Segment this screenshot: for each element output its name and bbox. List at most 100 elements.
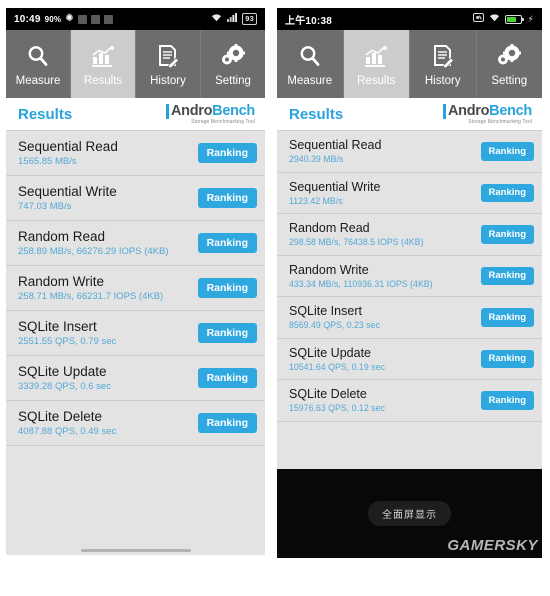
- table-row[interactable]: SQLite Insert 8569.49 QPS, 0.23 sec Rank…: [277, 297, 542, 339]
- tab-results[interactable]: Results: [71, 30, 136, 98]
- table-row[interactable]: SQLite Delete 4087.88 QPS, 0.49 sec Rank…: [6, 401, 265, 446]
- result-name: SQLite Delete: [18, 409, 103, 424]
- table-row[interactable]: SQLite Delete 15976.63 QPS, 0.12 sec Ran…: [277, 380, 542, 422]
- signal-icon: [227, 13, 238, 25]
- ranking-button[interactable]: Ranking: [480, 308, 534, 327]
- list-empty-space: [6, 446, 265, 546]
- tab-setting[interactable]: Setting: [477, 30, 543, 98]
- table-row[interactable]: SQLite Insert 2551.55 QPS, 0.79 sec Rank…: [6, 311, 265, 356]
- result-name: Random Write: [289, 262, 369, 277]
- logo-text: AndroBench Storage Benchmarking Tool: [448, 103, 532, 125]
- ranking-button[interactable]: Ranking: [480, 266, 534, 285]
- row-text-group: SQLite Insert 8569.49 QPS, 0.23 sec: [289, 304, 380, 330]
- right-status-bar: 上午10:38 ⚡: [277, 8, 542, 30]
- tab-history-label: History: [150, 75, 186, 87]
- ranking-button[interactable]: Ranking: [480, 183, 534, 202]
- tab-results-label: Results: [357, 75, 396, 87]
- gears-icon: [220, 41, 246, 71]
- left-status-bar-left: 10:49 90% ✺: [14, 14, 113, 25]
- gamersky-watermark: GAMERSKY: [447, 536, 538, 554]
- right-status-bar-right: ⚡: [473, 13, 534, 25]
- result-name: Random Read: [18, 229, 106, 244]
- ranking-button[interactable]: Ranking: [197, 277, 257, 299]
- table-row[interactable]: Sequential Write 747.03 MB/s Ranking: [6, 176, 265, 221]
- result-value: 3339.28 QPS, 0.6 sec: [18, 381, 111, 392]
- left-status-bar-right: 93: [211, 13, 257, 25]
- table-row[interactable]: Sequential Read 1565.85 MB/s Ranking: [6, 131, 265, 176]
- tab-results-label: Results: [83, 75, 123, 87]
- ranking-button[interactable]: Ranking: [480, 349, 534, 368]
- bar-chart-icon: [90, 41, 116, 71]
- right-status-bar-left: 上午10:38: [285, 12, 332, 27]
- result-value: 1565.85 MB/s: [18, 156, 77, 167]
- result-value: 10541.64 QPS, 0.19 sec: [289, 361, 385, 372]
- tab-results[interactable]: Results: [343, 30, 410, 98]
- right-phone-screenshot: 上午10:38 ⚡ Measure Results History Settin…: [271, 0, 550, 596]
- logo-wordmark: AndroBench: [447, 103, 532, 119]
- dual-screenshot-comparison: 10:49 90% ✺ 93 Measure Results History S…: [0, 0, 550, 596]
- result-value: 747.03 MB/s: [18, 201, 72, 212]
- row-text-group: SQLite Insert 2551.55 QPS, 0.79 sec: [18, 319, 116, 347]
- table-row[interactable]: Sequential Read 2940.39 MB/s Ranking: [277, 131, 542, 173]
- home-handle-icon[interactable]: [80, 549, 191, 552]
- tab-measure-label: Measure: [15, 75, 61, 87]
- row-text-group: SQLite Update 10541.64 QPS, 0.19 sec: [289, 346, 385, 372]
- row-text-group: Sequential Write 747.03 MB/s: [18, 184, 117, 212]
- table-row[interactable]: SQLite Update 10541.64 QPS, 0.19 sec Ran…: [277, 339, 542, 380]
- result-name: Sequential Write: [18, 184, 117, 199]
- tab-setting[interactable]: Setting: [201, 30, 265, 98]
- tab-history[interactable]: History: [410, 30, 477, 98]
- result-value: 258.71 MB/s, 66231.7 IOPS (4KB): [18, 291, 164, 302]
- table-row[interactable]: Random Read 298.58 MB/s, 76438.5 IOPS (4…: [277, 214, 542, 256]
- result-value: 15976.63 QPS, 0.12 sec: [289, 403, 385, 414]
- result-value: 298.58 MB/s, 76438.5 IOPS (4KB): [289, 237, 424, 248]
- ranking-button[interactable]: Ranking: [197, 232, 257, 254]
- ranking-button[interactable]: Ranking: [480, 225, 534, 244]
- result-name: Sequential Write: [289, 179, 381, 194]
- gears-icon: [496, 41, 522, 71]
- status-battery-percent: 90%: [44, 14, 62, 24]
- mute-icon: [473, 13, 485, 25]
- tab-measure[interactable]: Measure: [277, 30, 344, 98]
- row-text-group: Random Write 258.71 MB/s, 66231.7 IOPS (…: [18, 274, 163, 302]
- page-title: Results: [18, 105, 73, 123]
- tab-setting-label: Setting: [215, 75, 251, 87]
- status-time: 10:49: [14, 13, 41, 25]
- ranking-button[interactable]: Ranking: [197, 322, 257, 344]
- ranking-button[interactable]: Ranking: [480, 391, 534, 410]
- ranking-button[interactable]: Ranking: [197, 412, 257, 434]
- charging-bolt-icon: ⚡: [527, 13, 534, 24]
- ranking-button[interactable]: Ranking: [197, 142, 257, 164]
- logo-text: AndroBench Storage Benchmarking Tool: [171, 103, 255, 125]
- app-box-icon: [90, 14, 100, 24]
- logo-accent-bar: [165, 104, 169, 119]
- row-text-group: SQLite Delete 15976.63 QPS, 0.12 sec: [289, 387, 385, 413]
- table-row[interactable]: Sequential Write 1123.42 MB/s Ranking: [277, 173, 542, 214]
- table-row[interactable]: SQLite Update 3339.28 QPS, 0.6 sec Ranki…: [6, 356, 265, 401]
- tab-measure[interactable]: Measure: [6, 30, 71, 98]
- left-tab-bar: Measure Results History Setting: [6, 30, 265, 98]
- fullscreen-display-button[interactable]: 全面屏显示: [368, 500, 451, 526]
- right-tab-bar: Measure Results History Setting: [277, 30, 542, 98]
- ranking-button[interactable]: Ranking: [197, 367, 257, 389]
- tab-history-label: History: [424, 75, 461, 87]
- table-row[interactable]: Random Read 258.89 MB/s, 66276.29 IOPS (…: [6, 221, 265, 266]
- result-name: Random Write: [18, 274, 105, 289]
- right-results-list: Sequential Read 2940.39 MB/s Ranking Seq…: [277, 130, 542, 469]
- row-text-group: SQLite Update 3339.28 QPS, 0.6 sec: [18, 364, 111, 392]
- ranking-button[interactable]: Ranking: [197, 187, 257, 209]
- battery-icon: [505, 14, 525, 24]
- logo-wordmark: AndroBench: [170, 103, 255, 119]
- androbench-logo: AndroBench Storage Benchmarking Tool: [442, 103, 532, 125]
- navigation-handle-bar[interactable]: [6, 546, 265, 555]
- result-value: 2940.39 MB/s: [289, 154, 344, 165]
- left-results-header: Results AndroBench Storage Benchmarking …: [6, 98, 265, 130]
- right-results-header: Results AndroBench Storage Benchmarking …: [277, 98, 542, 130]
- row-text-group: Random Write 433.34 MB/s, 110936.31 IOPS…: [289, 263, 433, 289]
- result-name: SQLite Update: [289, 345, 371, 360]
- table-row[interactable]: Random Write 433.34 MB/s, 110936.31 IOPS…: [277, 256, 542, 297]
- logo-tagline: Storage Benchmarking Tool: [191, 119, 255, 125]
- table-row[interactable]: Random Write 258.71 MB/s, 66231.7 IOPS (…: [6, 266, 265, 311]
- tab-history[interactable]: History: [136, 30, 201, 98]
- ranking-button[interactable]: Ranking: [480, 142, 534, 161]
